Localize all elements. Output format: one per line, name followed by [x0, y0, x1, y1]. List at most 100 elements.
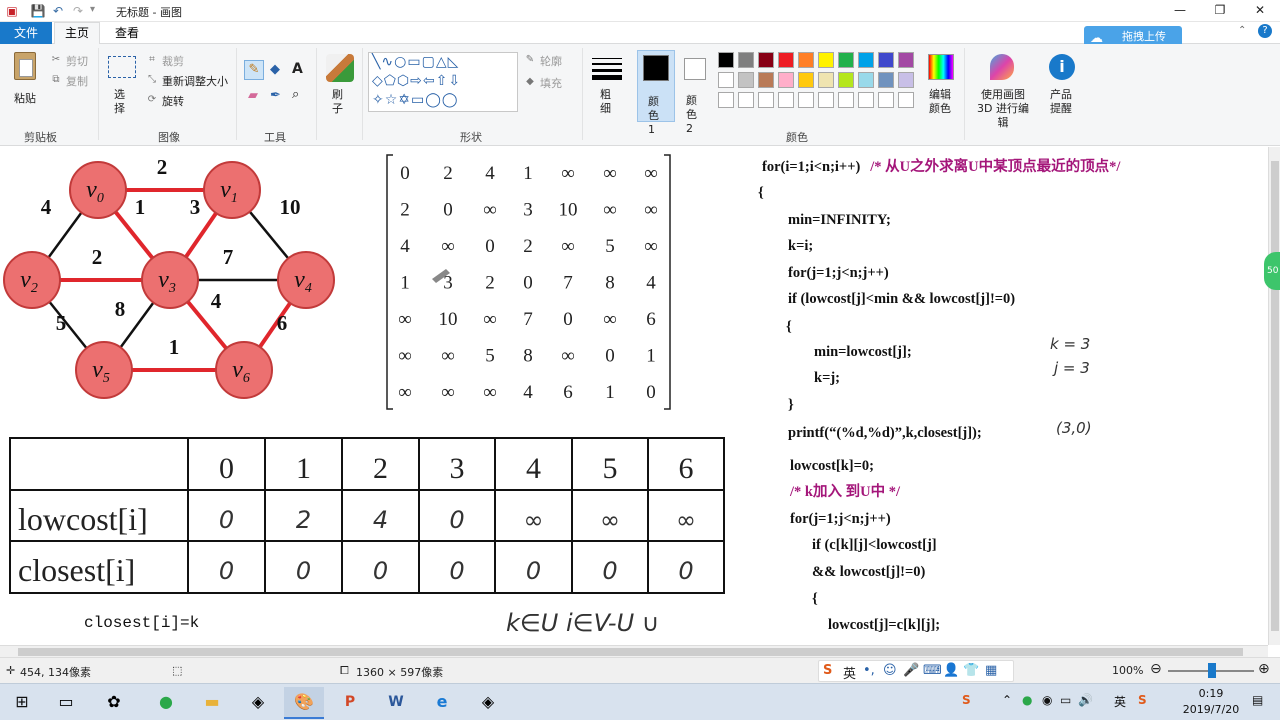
eraser-icon[interactable]: ▰ — [248, 88, 258, 103]
ime-lang[interactable]: 英 — [843, 663, 856, 682]
palette-swatch[interactable] — [758, 52, 774, 68]
notification-icon[interactable]: ▤ — [1252, 693, 1263, 707]
magnifier-icon[interactable]: ⌕ — [292, 87, 299, 102]
color-picker-icon[interactable]: ✒ — [270, 88, 281, 103]
word-icon[interactable]: W — [376, 687, 416, 719]
palette-swatch[interactable] — [838, 52, 854, 68]
color2-button[interactable]: 颜色 2 — [678, 50, 714, 135]
tab-view[interactable]: 查看 — [104, 22, 150, 44]
toolbox-icon[interactable]: ▦ — [985, 663, 997, 678]
undo-icon[interactable]: ↶ — [50, 3, 66, 19]
help-icon[interactable]: ? — [1258, 24, 1272, 38]
fill-button[interactable]: ◆ 填充 — [524, 74, 584, 90]
zoom-out-icon[interactable]: ⊖ — [1150, 661, 1162, 677]
size-button[interactable]: 粗细 — [588, 52, 628, 122]
fan-app-icon[interactable]: ✿ — [94, 687, 134, 719]
punct-icon[interactable]: •, — [863, 663, 875, 678]
palette-swatch[interactable] — [738, 52, 754, 68]
palette-swatch[interactable] — [778, 72, 794, 88]
start-button[interactable]: ⊞ — [2, 687, 42, 719]
brush-button[interactable]: 刷子 — [322, 52, 358, 122]
redo-icon[interactable]: ↷ — [70, 3, 86, 19]
minimize-button[interactable]: — — [1160, 0, 1200, 22]
palette-swatch[interactable] — [898, 72, 914, 88]
tab-home[interactable]: 主页 — [54, 22, 100, 45]
palette-swatch[interactable] — [798, 92, 814, 108]
copy-button[interactable]: ⧉ 复制 — [50, 72, 100, 88]
clock[interactable]: 0:19 2019/7/20 — [1176, 686, 1246, 718]
file-explorer-icon[interactable]: ▬ — [192, 687, 232, 719]
shapes-gallery[interactable]: ╲∿○▭▢△◺ ◇⬠⬡⇨⇦⇧⇩ ✧☆✡▭◯◯ — [368, 52, 518, 112]
palette-swatch[interactable] — [818, 92, 834, 108]
palette-swatch[interactable] — [858, 92, 874, 108]
palette-swatch[interactable] — [858, 52, 874, 68]
tab-file[interactable]: 文件 — [0, 22, 52, 44]
resize-button[interactable]: ⤡ 重新调整大小 — [146, 72, 232, 88]
taskbar-lang[interactable]: 英 — [1114, 693, 1126, 710]
edit-colors-button[interactable]: 编辑颜色 — [926, 52, 956, 122]
horizontal-scrollbar[interactable] — [0, 645, 1268, 657]
paint3d-button[interactable]: 使用画图 3D 进行编辑 — [970, 52, 1034, 129]
network-icon[interactable]: ▭ — [1060, 693, 1071, 707]
crop-button[interactable]: ⌗ 裁剪 — [146, 52, 232, 68]
palette-swatch[interactable] — [778, 92, 794, 108]
palette-swatch[interactable] — [818, 52, 834, 68]
zoom-slider-thumb[interactable] — [1208, 663, 1216, 678]
palette-swatch[interactable] — [778, 52, 794, 68]
palette-swatch[interactable] — [858, 72, 874, 88]
keyboard-icon[interactable]: ⌨ — [923, 663, 942, 678]
save-icon[interactable]: 💾 — [30, 3, 46, 19]
outline-button[interactable]: ✎ 轮廓 — [524, 52, 584, 68]
color1-button[interactable]: 颜色 1 — [637, 50, 675, 136]
close-button[interactable]: ✕ — [1240, 0, 1280, 22]
fill-bucket-icon[interactable]: ◆ — [270, 62, 280, 77]
capture-app-icon[interactable]: ◈ — [468, 687, 508, 719]
user-icon[interactable]: 👤 — [943, 663, 959, 678]
mic-icon[interactable]: 🎤 — [903, 663, 919, 678]
tray-user-icon[interactable]: ◉ — [1042, 693, 1052, 707]
ribbon-collapse-icon[interactable]: ⌃ — [1238, 25, 1246, 36]
paint-taskbar-icon[interactable]: 🎨 — [284, 687, 324, 719]
palette-swatch[interactable] — [718, 52, 734, 68]
palette-swatch[interactable] — [798, 72, 814, 88]
maximize-button[interactable]: ❐ — [1200, 0, 1240, 22]
palette-swatch[interactable] — [738, 72, 754, 88]
product-alert-button[interactable]: i 产品提醒 — [1042, 52, 1082, 122]
sogou-tray-icon[interactable]: S — [962, 693, 971, 707]
skin-icon[interactable]: 👕 — [963, 663, 979, 678]
edge-icon[interactable]: e — [422, 687, 462, 719]
palette-swatch[interactable] — [738, 92, 754, 108]
cut-button[interactable]: ✂ 剪切 — [50, 52, 100, 68]
volume-icon[interactable]: 🔊 — [1078, 693, 1093, 707]
palette-swatch[interactable] — [758, 72, 774, 88]
text-tool-icon[interactable]: A — [292, 61, 303, 77]
palette-swatch[interactable] — [718, 72, 734, 88]
palette-swatch[interactable] — [838, 92, 854, 108]
pencil-icon[interactable]: ✎ — [244, 60, 264, 80]
rotate-button[interactable]: ⟳ 旋转 — [146, 92, 232, 108]
select-button[interactable]: 选择 — [104, 52, 140, 122]
task-view-icon[interactable]: ▭ — [46, 687, 86, 719]
canvas-area[interactable]: 2 4 1 3 10 2 7 5 8 4 6 1 v0 v1 v2 v3 v4 v5 v6 0 2 4 1 ∞ ∞ ∞ 2 0 ∞ 3 1… — [0, 147, 1268, 645]
drawing-canvas[interactable]: 24 1 3 102 758 461v0 v1v2 v3 v4v5 v6 0 2 4 1 ∞ ∞ ∞2 0 ∞ 3 1… — [0, 147, 1268, 645]
palette-swatch[interactable] — [838, 72, 854, 88]
quick-access-dropdown[interactable]: ▾ — [90, 4, 95, 15]
palette-swatch[interactable] — [718, 92, 734, 108]
palette-swatch[interactable] — [818, 72, 834, 88]
palette-swatch[interactable] — [878, 72, 894, 88]
tray-expand-icon[interactable]: ⌃ — [1002, 693, 1012, 707]
palette-swatch[interactable] — [898, 92, 914, 108]
tray-app-icon[interactable]: ● — [1022, 693, 1032, 707]
screen-recorder-icon[interactable]: ◈ — [238, 687, 278, 719]
zoom-in-icon[interactable]: ⊕ — [1258, 661, 1270, 677]
vertical-scroll-thumb[interactable] — [1271, 161, 1279, 631]
palette-swatch[interactable] — [798, 52, 814, 68]
palette-swatch[interactable] — [878, 52, 894, 68]
browser-360-icon[interactable]: ● — [146, 687, 186, 719]
ime-tray-icon[interactable]: S — [1138, 693, 1147, 707]
palette-swatch[interactable] — [758, 92, 774, 108]
horizontal-scroll-thumb[interactable] — [18, 648, 1243, 656]
powerpoint-icon[interactable]: P — [330, 687, 370, 719]
palette-swatch[interactable] — [898, 52, 914, 68]
vertical-scrollbar[interactable] — [1268, 147, 1280, 645]
